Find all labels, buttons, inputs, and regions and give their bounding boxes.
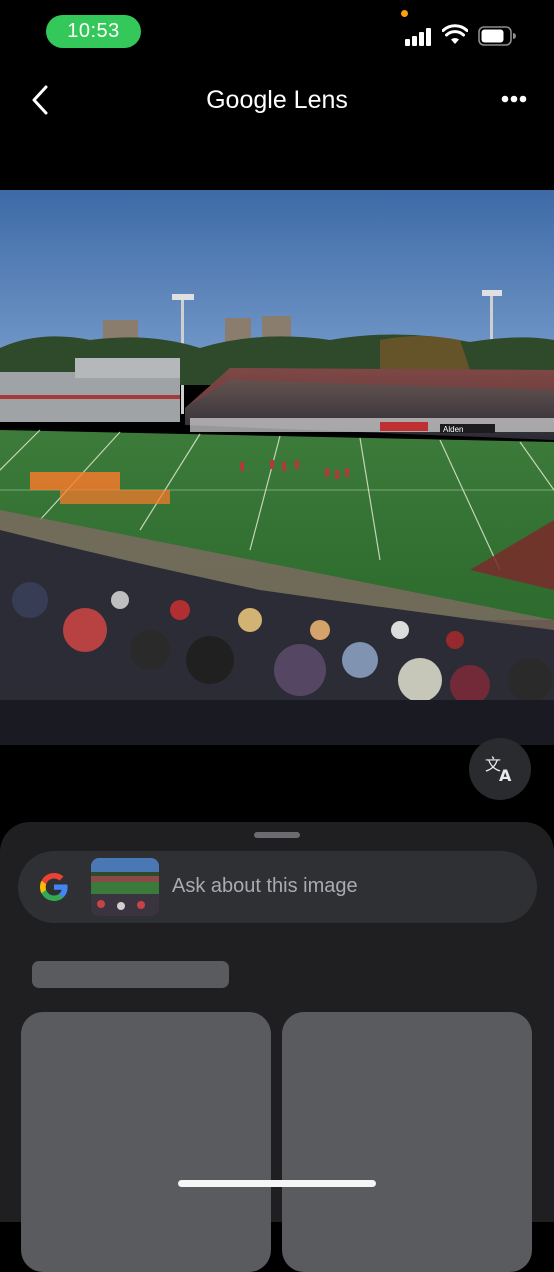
translate-button[interactable]: 文 A bbox=[469, 738, 531, 800]
jumbotron-label: Alden bbox=[443, 425, 463, 434]
cellular-signal-icon bbox=[405, 28, 433, 46]
more-options-button[interactable] bbox=[496, 84, 532, 114]
result-card-skeleton bbox=[282, 1012, 532, 1272]
top-bar: Google Lens bbox=[0, 60, 554, 140]
image-thumbnail[interactable] bbox=[91, 858, 159, 916]
sheet-drag-handle[interactable] bbox=[254, 832, 300, 838]
ask-input-placeholder[interactable]: Ask about this image bbox=[172, 875, 358, 898]
status-bar: 10:53 bbox=[0, 0, 554, 60]
analyzed-photo[interactable]: Alden bbox=[0, 190, 554, 745]
loading-title-skeleton bbox=[32, 961, 229, 988]
battery-icon bbox=[478, 26, 516, 46]
more-horizontal-icon bbox=[501, 95, 527, 103]
wifi-icon bbox=[442, 24, 468, 44]
google-g-icon bbox=[40, 873, 68, 901]
svg-text:A: A bbox=[499, 766, 512, 783]
stadium-photo: Alden bbox=[0, 190, 554, 745]
ask-about-image-bar[interactable]: Ask about this image bbox=[18, 851, 537, 923]
thumbnail-photo bbox=[91, 858, 159, 916]
home-indicator[interactable] bbox=[178, 1180, 376, 1187]
status-time[interactable]: 10:53 bbox=[46, 15, 141, 48]
result-card-skeleton bbox=[21, 1012, 271, 1272]
privacy-indicator-dot bbox=[401, 10, 408, 17]
translate-icon: 文 A bbox=[485, 755, 512, 783]
results-sheet[interactable]: Ask about this image bbox=[0, 822, 554, 1272]
page-title: Google Lens bbox=[206, 86, 348, 114]
